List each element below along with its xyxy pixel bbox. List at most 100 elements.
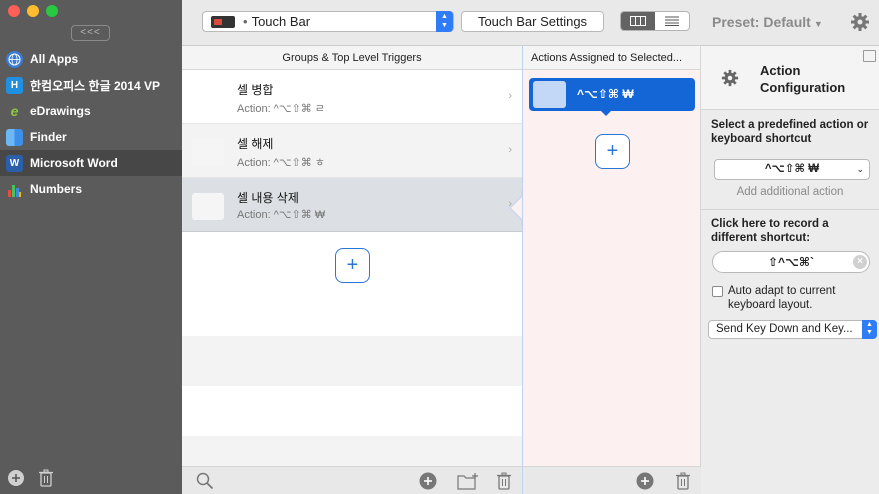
minimize-window-button[interactable] (27, 5, 39, 17)
trash-icon (497, 472, 511, 490)
chevron-right-icon: › (508, 90, 512, 102)
preset-label: Preset: Default (712, 14, 811, 30)
add-trigger-button[interactable]: + (335, 248, 370, 283)
word-app-icon: W (6, 154, 23, 172)
app-list: All Apps H 한컴오피스 한글 2014 VP e eDrawings … (0, 46, 182, 202)
action-item-pointer (600, 110, 612, 116)
trigger-title: 셀 병합 (237, 83, 274, 97)
predefined-action-select[interactable]: ^⌥⇧⌘ ₩ ⌄ (714, 159, 870, 180)
groups-panel: Groups & Top Level Triggers 셀 병합 Action:… (182, 46, 522, 494)
send-mode-select[interactable]: Send Key Down and Key... ▲ ▼ (708, 320, 877, 339)
app-item-all-apps[interactable]: All Apps (0, 46, 182, 72)
predefined-action-value: ^⌥⇧⌘ ₩ (764, 163, 820, 175)
add-folder-button[interactable] (456, 471, 480, 491)
trigger-title: 셀 해제 (237, 137, 274, 151)
delete-app-button[interactable] (36, 468, 56, 488)
trash-icon (676, 472, 690, 490)
trigger-icon-placeholder (192, 193, 224, 220)
edrawings-app-icon: e (10, 103, 19, 119)
plus-circle-icon (419, 472, 437, 490)
assigned-action-label: ^⌥⇧⌘ ₩ (577, 87, 634, 101)
config-header: Action Configuration (701, 46, 879, 110)
actions-footer (523, 466, 701, 494)
trigger-action: Action: ^⌥⇧⌘ ㄹ (237, 103, 325, 115)
chevron-down-icon: ⌄ (856, 164, 864, 174)
actions-panel: Actions Assigned to Selected... ^⌥⇧⌘ ₩ + (522, 46, 701, 494)
clear-shortcut-icon[interactable]: × (853, 255, 867, 269)
touch-bar-settings-button[interactable]: Touch Bar Settings (461, 11, 604, 32)
toolbar: • Touch Bar ▲ ▼ Touch Bar Settings Preset… (182, 0, 879, 46)
trigger-action: Action: ^⌥⇧⌘ ㅎ (237, 157, 325, 169)
close-window-button[interactable] (8, 5, 20, 17)
zoom-window-button[interactable] (46, 5, 58, 17)
trigger-icon-placeholder (192, 139, 224, 166)
auto-adapt-checkbox[interactable] (712, 286, 723, 297)
trash-icon (39, 469, 53, 487)
trigger-type-label: Touch Bar (251, 14, 311, 29)
folder-plus-icon (457, 473, 478, 490)
divider (701, 209, 879, 210)
detach-window-icon[interactable] (863, 50, 876, 62)
action-icon-placeholder (533, 81, 566, 108)
trigger-action: Action: ^⌥⇧⌘ ₩ (237, 209, 326, 221)
record-shortcut-field[interactable]: ⇧^⌥⌘` × (712, 251, 870, 273)
bullet: • (243, 14, 248, 29)
app-item-microsoft-word[interactable]: W Microsoft Word (0, 150, 182, 176)
delete-trigger-button[interactable] (494, 471, 514, 491)
columns-icon (630, 16, 646, 26)
list-view-button[interactable] (655, 12, 689, 30)
chevron-right-icon: › (508, 144, 512, 156)
columns-view-button[interactable] (621, 12, 655, 30)
record-shortcut-label: Click here to record a different shortcu… (711, 218, 829, 244)
config-title-line2: Configuration (760, 80, 846, 95)
config-title: Action Configuration (760, 62, 845, 96)
caret-down-icon: ▼ (813, 19, 823, 29)
app-item-numbers[interactable]: Numbers (0, 176, 182, 202)
add-additional-action-link[interactable]: Add additional action (701, 186, 879, 198)
recorded-shortcut-value: ⇧^⌥⌘` (767, 255, 815, 269)
app-sidebar: <<< All Apps H 한컴오피스 한글 2014 VP e eDrawi… (0, 0, 182, 494)
action-configuration-panel: Action Configuration Select a predefined… (701, 46, 879, 494)
app-item-label: 한컴오피스 한글 2014 VP (30, 78, 160, 93)
globe-icon (6, 50, 23, 68)
config-title-line1: Action (760, 63, 801, 78)
delete-action-button[interactable] (673, 471, 693, 491)
auto-adapt-label: Auto adapt to current keyboard layout. (728, 285, 836, 311)
plus-circle-icon (8, 470, 24, 486)
add-trigger-footer-button[interactable] (418, 471, 438, 491)
actions-column-header: Actions Assigned to Selected... (523, 46, 700, 70)
app-item-hwp[interactable]: H 한컴오피스 한글 2014 VP (0, 72, 182, 98)
touch-bar-icon (211, 15, 235, 28)
gear-icon (851, 13, 869, 31)
add-action-button[interactable]: + (595, 134, 630, 169)
empty-row (182, 336, 522, 386)
settings-gear-button[interactable] (850, 12, 870, 32)
trigger-row[interactable]: 셀 해제 Action: ^⌥⇧⌘ ㅎ › (182, 124, 522, 178)
plus-circle-icon (636, 472, 654, 490)
gear-icon (721, 69, 739, 87)
app-item-finder[interactable]: Finder (0, 124, 182, 150)
groups-column-header: Groups & Top Level Triggers (182, 46, 522, 70)
list-icon (665, 16, 679, 26)
numbers-app-icon (6, 181, 23, 198)
sidebar-footer (0, 462, 182, 494)
trigger-title: 셀 내용 삭제 (237, 191, 299, 205)
app-item-label: eDrawings (30, 104, 91, 118)
groups-footer (182, 466, 522, 494)
assigned-action-item[interactable]: ^⌥⇧⌘ ₩ (529, 78, 695, 111)
trigger-type-select[interactable]: • Touch Bar ▲ ▼ (202, 11, 454, 32)
app-item-edrawings[interactable]: e eDrawings (0, 98, 182, 124)
app-item-label: Numbers (30, 182, 83, 196)
search-icon (196, 472, 214, 490)
app-item-label: Finder (30, 130, 67, 144)
trigger-row-selected[interactable]: 셀 내용 삭제 Action: ^⌥⇧⌘ ₩ › (182, 178, 522, 232)
add-app-button[interactable] (6, 468, 26, 488)
collapse-sidebar-button[interactable]: <<< (71, 25, 110, 41)
search-button[interactable] (195, 471, 215, 491)
trigger-row[interactable]: 셀 병합 Action: ^⌥⇧⌘ ㄹ › (182, 70, 522, 124)
preset-selector[interactable]: Preset: Default ▼ (712, 14, 823, 30)
app-item-label: All Apps (30, 52, 79, 66)
finder-app-icon (6, 128, 23, 146)
chevron-updown-icon: ▲ ▼ (436, 11, 453, 32)
add-action-footer-button[interactable] (635, 471, 655, 491)
